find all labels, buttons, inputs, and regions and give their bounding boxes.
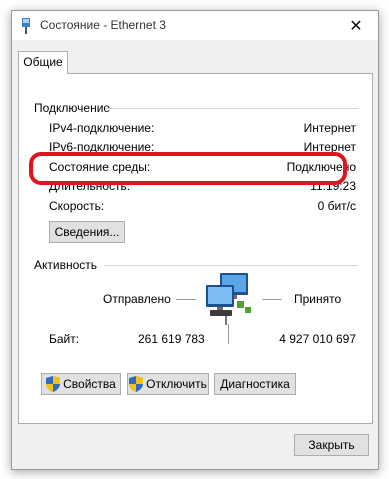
window-title: Состояние - Ethernet 3 [40,18,166,32]
received-line [262,299,282,300]
received-label: Принято [294,292,342,306]
sent-label: Отправлено [103,292,171,306]
close-button[interactable]: Закрыть [294,434,369,456]
bytes-label: Байт: [49,332,80,346]
duration-highlight-annotation [29,152,347,185]
disable-button[interactable]: Отключить [127,373,209,395]
bytes-received-value: 4 927 010 697 [279,332,356,346]
close-window-button[interactable]: ✕ [334,11,378,40]
details-button[interactable]: Сведения... [49,221,125,243]
speed-value: 0 бит/с [317,199,356,213]
connection-divider [105,108,358,109]
speed-label: Скорость: [49,199,105,213]
properties-button[interactable]: Свойства [41,373,121,395]
uac-shield-icon [46,376,61,392]
disable-button-label: Отключить [146,377,207,391]
sent-line [176,299,196,300]
connection-section-title: Подключение [34,101,111,115]
title-bar: Состояние - Ethernet 3 ✕ [12,11,378,40]
ipv4-value: Интернет [303,121,356,135]
network-adapter-icon [22,18,30,34]
status-dialog: Состояние - Ethernet 3 ✕ Общие Подключен… [11,10,379,470]
activity-divider [104,265,358,266]
diagnose-button[interactable]: Диагностика [214,373,296,395]
network-computers-icon [206,273,251,325]
uac-shield-icon [129,376,144,392]
bytes-sent-value: 261 619 783 [138,332,205,346]
bytes-separator [228,324,229,344]
activity-section-title: Активность [34,258,98,272]
properties-button-label: Свойства [63,377,116,391]
tab-general[interactable]: Общие [18,51,68,74]
ipv4-label: IPv4-подключение: [49,121,155,135]
general-panel: Подключение IPv4-подключение: Интернет I… [18,73,373,424]
